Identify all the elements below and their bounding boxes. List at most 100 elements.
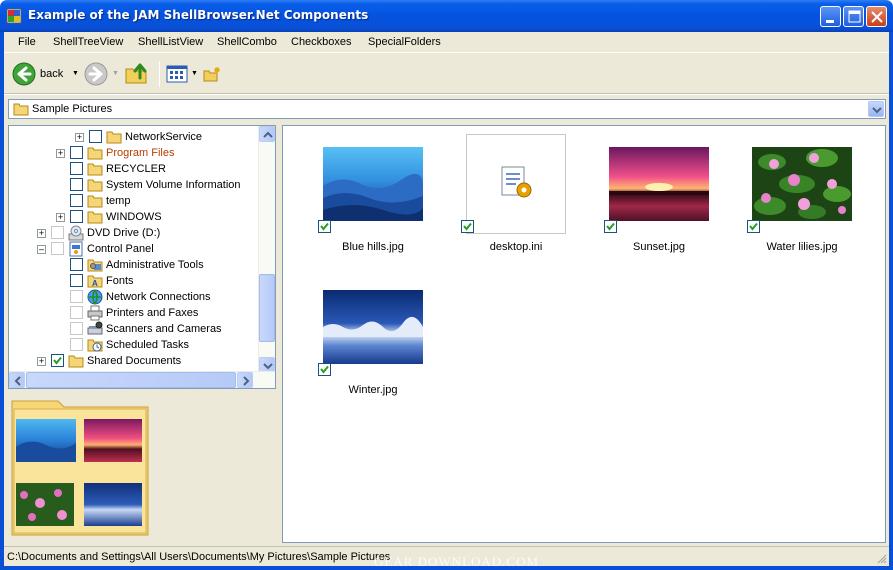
tree-item[interactable]: A Fonts bbox=[9, 273, 257, 289]
tree-item[interactable]: Printers and Faxes bbox=[9, 305, 257, 321]
tree-expander-icon[interactable]: + bbox=[56, 149, 65, 158]
tree-checkbox[interactable] bbox=[70, 194, 83, 207]
close-button[interactable] bbox=[866, 6, 887, 27]
tree-checkbox[interactable] bbox=[70, 274, 83, 287]
tree-checkbox[interactable] bbox=[70, 258, 83, 271]
folder-icon bbox=[87, 163, 103, 176]
toolbar-separator bbox=[159, 61, 160, 87]
tree-checkbox[interactable] bbox=[70, 338, 83, 351]
title-bar[interactable]: Example of the JAM ShellBrowser.Net Comp… bbox=[0, 0, 893, 32]
menu-shelllistview[interactable]: ShellListView bbox=[138, 36, 203, 48]
printers-icon bbox=[87, 305, 103, 321]
tree-scroll-thumb[interactable] bbox=[259, 274, 275, 342]
tree-checkbox[interactable] bbox=[70, 178, 83, 191]
forward-button[interactable]: ▼ bbox=[84, 62, 120, 86]
folder-icon bbox=[13, 103, 29, 116]
file-checkbox[interactable] bbox=[604, 220, 617, 233]
tree-expander-icon[interactable]: + bbox=[56, 213, 65, 222]
shell-list-view[interactable]: Blue hills.jpg desktop.ini Sunset.jpg Wa… bbox=[282, 125, 886, 543]
view-mode-dropdown-icon[interactable]: ▼ bbox=[191, 70, 198, 77]
tree-checkbox[interactable] bbox=[70, 146, 83, 159]
new-folder-icon[interactable] bbox=[203, 66, 221, 82]
file-item[interactable]: Water lilies.jpg bbox=[724, 130, 852, 260]
tree-item[interactable]: + DVD Drive (D:) bbox=[9, 225, 257, 241]
tree-expander-icon[interactable]: – bbox=[37, 245, 46, 254]
tree-vertical-scrollbar[interactable] bbox=[258, 126, 275, 373]
maximize-icon bbox=[848, 10, 861, 23]
tree-checkbox[interactable] bbox=[70, 290, 83, 303]
tree-item[interactable]: temp bbox=[9, 193, 257, 209]
maximize-button[interactable] bbox=[843, 6, 864, 27]
back-button[interactable]: back ▼ bbox=[12, 62, 86, 86]
file-checkbox[interactable] bbox=[747, 220, 760, 233]
file-item[interactable]: desktop.ini bbox=[438, 130, 566, 260]
tree-item[interactable]: Network Connections bbox=[9, 289, 257, 305]
shell-tree-view[interactable]: + NetworkService + Program Files RECYCLER Sys… bbox=[8, 125, 276, 389]
tree-item[interactable]: Administrative Tools bbox=[9, 257, 257, 273]
tree-item[interactable]: Scanners and Cameras bbox=[9, 321, 257, 337]
menu-shellcombo[interactable]: ShellCombo bbox=[217, 36, 277, 48]
shell-combo[interactable]: Sample Pictures bbox=[8, 99, 886, 119]
file-item[interactable]: Winter.jpg bbox=[295, 273, 423, 403]
tree-checkbox[interactable] bbox=[89, 130, 102, 143]
status-path: C:\Documents and Settings\All Users\Docu… bbox=[7, 551, 391, 563]
back-arrow-icon bbox=[12, 62, 36, 86]
tree-item[interactable]: System Volume Information bbox=[9, 177, 257, 193]
menu-specialfolders[interactable]: SpecialFolders bbox=[368, 36, 441, 48]
tree-expander-icon[interactable]: + bbox=[75, 133, 84, 142]
tree-item-label: Control Panel bbox=[87, 243, 154, 255]
scroll-left-button[interactable] bbox=[9, 372, 25, 388]
tree-checkbox[interactable] bbox=[51, 226, 64, 239]
tree-checkbox[interactable] bbox=[70, 322, 83, 335]
file-name: desktop.ini bbox=[489, 241, 543, 253]
minimize-icon bbox=[826, 20, 834, 23]
shell-combo-dropdown[interactable] bbox=[868, 101, 884, 117]
minimize-button[interactable] bbox=[820, 6, 841, 27]
file-checkbox[interactable] bbox=[461, 220, 474, 233]
tree-item[interactable]: + NetworkService bbox=[9, 129, 257, 145]
view-mode-button[interactable]: ▼ bbox=[166, 64, 198, 84]
tree-item[interactable]: – Control Panel bbox=[9, 241, 257, 257]
tree-hscroll-thumb[interactable] bbox=[26, 372, 236, 388]
close-icon bbox=[871, 11, 883, 23]
menu-file[interactable]: File bbox=[18, 36, 36, 48]
dvd-drive-icon bbox=[68, 225, 84, 241]
tree-checkbox[interactable] bbox=[51, 242, 64, 255]
tree-item[interactable]: Scheduled Tasks bbox=[9, 337, 257, 353]
tree-item-label: Scanners and Cameras bbox=[106, 323, 222, 335]
shell-combo-value: Sample Pictures bbox=[32, 103, 113, 115]
file-name: Sunset.jpg bbox=[633, 241, 685, 253]
menu-checkboxes[interactable]: Checkboxes bbox=[291, 36, 352, 48]
file-item[interactable]: Blue hills.jpg bbox=[295, 130, 423, 260]
back-dropdown-icon[interactable]: ▼ bbox=[72, 70, 79, 77]
tree-horizontal-scrollbar[interactable] bbox=[9, 371, 275, 388]
forward-dropdown-icon[interactable]: ▼ bbox=[112, 70, 119, 77]
tree-expander-icon[interactable]: + bbox=[37, 357, 46, 366]
tree-expander-icon[interactable]: + bbox=[37, 229, 46, 238]
menu-shelltreeview[interactable]: ShellTreeView bbox=[53, 36, 123, 48]
tree-item-label: Printers and Faxes bbox=[106, 307, 199, 319]
tree-item[interactable]: + WINDOWS bbox=[9, 209, 257, 225]
file-checkbox[interactable] bbox=[318, 220, 331, 233]
tree-checkbox[interactable] bbox=[70, 210, 83, 223]
tree-item[interactable]: + Program Files bbox=[9, 145, 257, 161]
tree-checkbox[interactable] bbox=[51, 354, 64, 367]
scroll-right-button[interactable] bbox=[237, 372, 253, 388]
menu-bar: File ShellTreeView ShellListView ShellCo… bbox=[4, 32, 889, 52]
tree-item-label: Shared Documents bbox=[87, 355, 182, 367]
checkmark-icon bbox=[53, 356, 62, 365]
folder-up-icon[interactable] bbox=[124, 62, 150, 86]
fonts-folder-icon: A bbox=[87, 275, 103, 288]
tree-checkbox[interactable] bbox=[70, 306, 83, 319]
window-title: Example of the JAM ShellBrowser.Net Comp… bbox=[28, 8, 369, 22]
tree-item[interactable]: RECYCLER bbox=[9, 161, 257, 177]
tree-checkbox[interactable] bbox=[70, 162, 83, 175]
file-checkbox[interactable] bbox=[318, 363, 331, 376]
tree-item-label: RECYCLER bbox=[106, 163, 166, 175]
winter-thumbnail bbox=[323, 290, 423, 364]
tree-item-label: NetworkService bbox=[125, 131, 203, 143]
tree-item[interactable]: + Shared Documents bbox=[9, 353, 257, 369]
resize-grip-icon[interactable] bbox=[875, 552, 887, 564]
file-item[interactable]: Sunset.jpg bbox=[581, 130, 709, 260]
scroll-up-button[interactable] bbox=[259, 126, 275, 142]
